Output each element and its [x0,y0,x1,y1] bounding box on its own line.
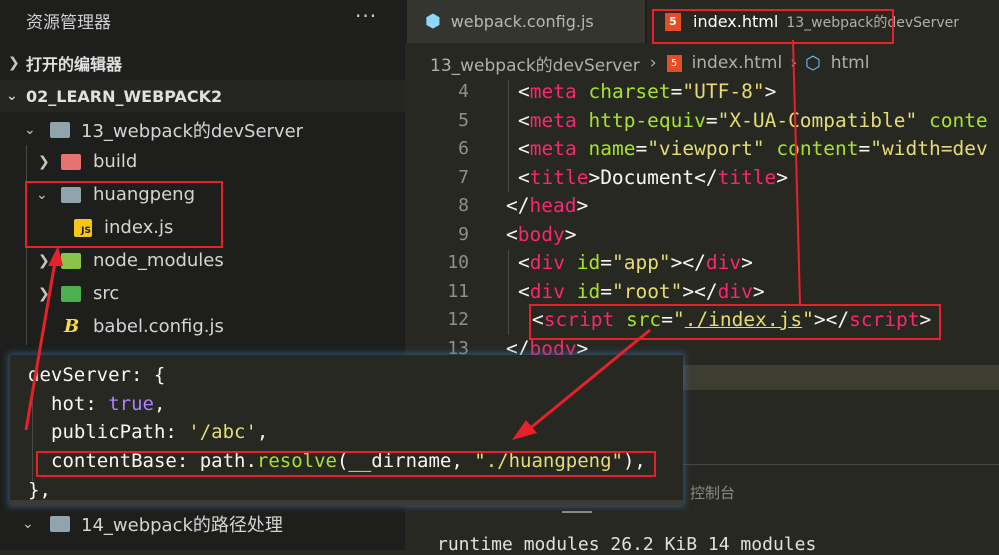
arrowhead [48,246,63,266]
annotation-line [792,39,801,305]
arrowhead [512,420,537,440]
annotation-arrow [24,261,57,431]
annotation-arrow [527,328,651,432]
annotation-arrows [24,39,801,440]
